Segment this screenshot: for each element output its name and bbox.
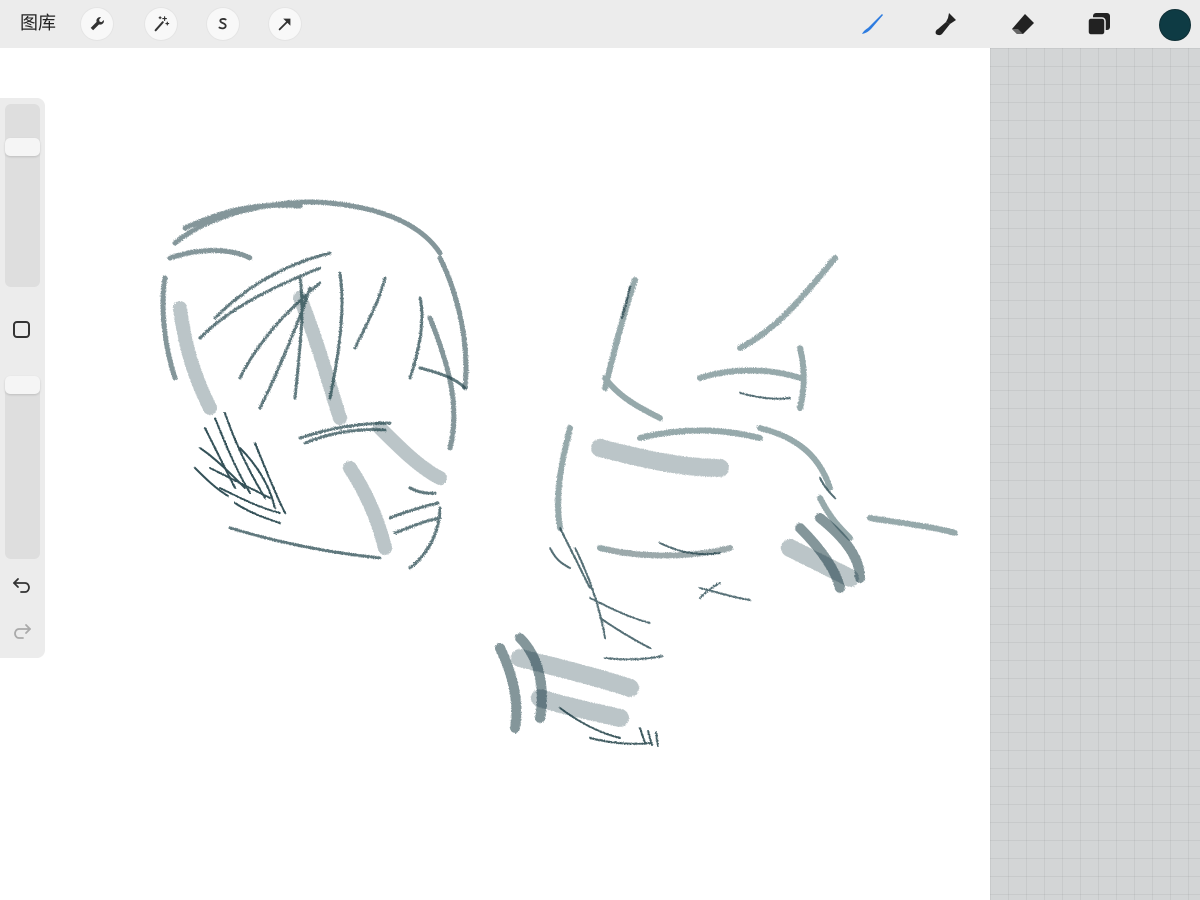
top-toolbar: 图库 [0, 0, 1200, 49]
sketch-artwork [160, 199, 958, 747]
brush-icon [862, 14, 883, 34]
eraser-tool-button[interactable] [1007, 8, 1039, 40]
left-sidebar [0, 98, 45, 658]
layers-icon [1087, 13, 1110, 36]
offcanvas-grid-area [990, 48, 1200, 900]
layers-button[interactable] [1083, 8, 1115, 40]
adjustments-button[interactable] [145, 8, 177, 40]
brush-size-handle[interactable] [5, 138, 40, 156]
gallery-button[interactable]: 图库 [20, 13, 56, 35]
undo-button[interactable] [11, 574, 33, 596]
brush-tool-button[interactable] [856, 8, 888, 40]
redo-button[interactable] [11, 620, 33, 642]
modify-button[interactable] [13, 321, 30, 338]
transform-arrow-icon [278, 18, 291, 31]
smudge-icon [935, 13, 956, 36]
smudge-tool-button[interactable] [930, 8, 962, 40]
redo-icon [14, 624, 31, 639]
opacity-handle[interactable] [5, 376, 40, 394]
magic-wand-icon [154, 16, 170, 32]
color-picker-button[interactable] [1159, 9, 1191, 41]
brush-size-slider[interactable] [5, 104, 40, 287]
eraser-icon [1012, 14, 1034, 34]
selection-s-icon [218, 18, 227, 30]
opacity-slider[interactable] [5, 376, 40, 559]
drawing-canvas[interactable] [0, 48, 990, 900]
actions-button[interactable] [81, 8, 113, 40]
wrench-icon [90, 17, 104, 31]
selection-button[interactable] [207, 8, 239, 40]
undo-icon [13, 578, 30, 593]
transform-button[interactable] [269, 8, 301, 40]
